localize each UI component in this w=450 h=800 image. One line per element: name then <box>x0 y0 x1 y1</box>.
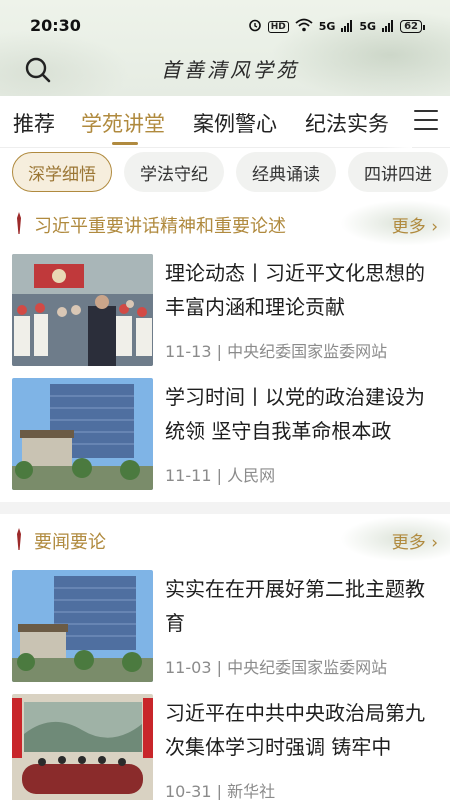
menu-icon[interactable] <box>414 110 438 132</box>
news-thumbnail <box>12 378 153 490</box>
tab-case-warning[interactable]: 案例警心 <box>193 108 277 138</box>
status-time: 20:30 <box>30 16 81 35</box>
news-title: 理论动态丨习近平文化思想的丰富内涵和理论贡献 <box>165 261 425 319</box>
chip-law-discipline[interactable]: 学法守纪 <box>124 152 224 192</box>
status-icons: HD 5G 5G 62 <box>248 17 425 36</box>
app-logo: 首善清风学苑 <box>161 58 299 82</box>
chip-deep-study[interactable]: 深学细悟 <box>12 152 112 192</box>
news-title: 习近平在中共中央政治局第九次集体学习时强调 铸牢中 <box>165 701 425 759</box>
search-icon <box>25 57 51 83</box>
status-bar: 20:30 HD 5G 5G 62 <box>0 0 450 52</box>
section-important-speeches: 习近平重要讲话精神和重要论述 更多 › 理论动态丨习近平文化思想的丰富内涵和理论… <box>0 200 450 500</box>
signal-1-label: 5G <box>318 20 336 33</box>
alarm-icon <box>248 17 262 36</box>
news-meta: 10-31 | 新华社 <box>165 782 276 800</box>
more-label: 更多 <box>391 217 426 237</box>
news-meta: 11-11 | 人民网 <box>165 466 276 485</box>
brush-icon <box>17 212 21 234</box>
more-label: 更多 <box>391 533 426 553</box>
news-thumbnail <box>12 694 153 800</box>
chevron-right-icon: › <box>431 533 438 553</box>
tabs-fade <box>382 96 412 148</box>
more-link[interactable]: 更多 › <box>392 528 438 553</box>
section-title: 要闻要论 <box>34 532 106 553</box>
more-link[interactable]: 更多 › <box>392 212 438 237</box>
news-item[interactable]: 习近平在中共中央政治局第九次集体学习时强调 铸牢中 10-31 | 新华社 <box>0 694 450 800</box>
signal-1-icon <box>341 17 353 36</box>
news-thumbnail <box>12 570 153 682</box>
news-thumbnail <box>12 254 153 366</box>
news-meta: 11-13 | 中央纪委国家监委网站 <box>165 342 388 361</box>
news-item[interactable]: 理论动态丨习近平文化思想的丰富内涵和理论贡献 11-13 | 中央纪委国家监委网… <box>0 254 450 372</box>
main-tabs: 推荐 学苑讲堂 案例警心 纪法实务 <box>0 96 450 148</box>
section-header: 要闻要论 更多 › <box>0 516 450 562</box>
active-tab-indicator <box>112 142 138 145</box>
news-item[interactable]: 实实在在开展好第二批主题教育 11-03 | 中央纪委国家监委网站 <box>0 570 450 688</box>
wifi-icon <box>295 17 313 36</box>
news-item[interactable]: 学习时间丨以党的政治建设为统领 坚守自我革命根本政 11-11 | 人民网 <box>0 378 450 496</box>
signal-2-icon <box>382 17 394 36</box>
battery-indicator: 62 <box>400 20 425 33</box>
news-title: 实实在在开展好第二批主题教育 <box>165 577 425 635</box>
section-header: 习近平重要讲话精神和重要论述 更多 › <box>0 200 450 246</box>
app-header: 20:30 HD 5G 5G 62 首善清风学苑 <box>0 0 450 96</box>
news-meta: 11-03 | 中央纪委国家监委网站 <box>165 658 388 677</box>
section-divider <box>0 502 450 514</box>
section-title: 习近平重要讲话精神和重要论述 <box>34 216 286 237</box>
signal-2-label: 5G <box>359 20 377 33</box>
chevron-right-icon: › <box>431 217 438 237</box>
news-title: 学习时间丨以党的政治建设为统领 坚守自我革命根本政 <box>165 385 425 443</box>
tab-academy-lecture[interactable]: 学苑讲堂 <box>81 108 165 138</box>
chip-four-lectures[interactable]: 四讲四进 <box>348 152 448 192</box>
brush-icon <box>17 528 21 550</box>
search-button[interactable] <box>24 56 52 84</box>
subcategory-chips: 深学细悟 学法守纪 经典诵读 四讲四进 <box>0 150 450 198</box>
tab-discipline-practice[interactable]: 纪法实务 <box>305 108 389 138</box>
hd-badge: HD <box>267 20 289 33</box>
tab-recommend[interactable]: 推荐 <box>13 108 55 138</box>
section-key-news: 要闻要论 更多 › 实实在在开展好第二批主题教育 11-03 | 中央纪委国家监… <box>0 516 450 800</box>
chip-classic-reading[interactable]: 经典诵读 <box>236 152 336 192</box>
